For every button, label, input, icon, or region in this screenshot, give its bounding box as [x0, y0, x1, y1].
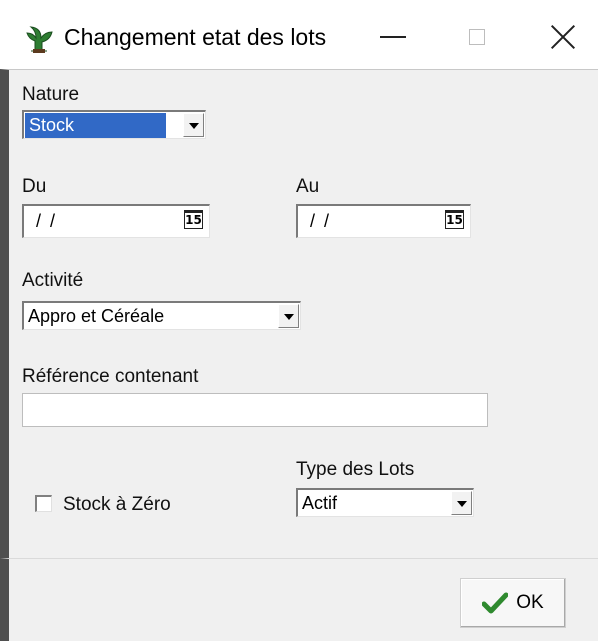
nature-dropdown-button[interactable]: [183, 113, 204, 137]
activite-label: Activité: [22, 270, 84, 291]
du-date-value: / /: [36, 211, 58, 231]
checkmark-icon: [482, 592, 509, 614]
app-plant-icon: [26, 26, 53, 53]
chevron-down-icon: [189, 123, 199, 129]
calendar-icon: 15: [184, 210, 203, 229]
du-calendar-button[interactable]: 15: [184, 210, 205, 231]
nature-value: Stock: [25, 113, 167, 138]
window-title: Changement etat des lots: [64, 24, 327, 50]
reference-input[interactable]: [22, 393, 488, 427]
au-label: Au: [296, 176, 320, 197]
calendar-icon: 15: [445, 210, 464, 229]
type-lots-select[interactable]: Actif: [296, 488, 474, 517]
du-date-field[interactable]: / / 15: [22, 204, 210, 238]
title-bar[interactable]: Changement etat des lots: [0, 0, 598, 76]
nature-label: Nature: [22, 84, 80, 105]
type-lots-label: Type des Lots: [296, 459, 415, 480]
du-label: Du: [22, 176, 47, 197]
reference-label: Référence contenant: [22, 366, 199, 387]
stock-zero-checkbox[interactable]: [35, 495, 52, 512]
au-calendar-button[interactable]: 15: [445, 210, 466, 231]
maximize-icon: [469, 29, 485, 45]
nature-select[interactable]: Stock: [22, 110, 206, 139]
ok-label: OK: [516, 592, 544, 613]
type-lots-value: Actif: [302, 493, 338, 513]
chevron-down-icon: [457, 501, 467, 507]
minimize-button[interactable]: [363, 10, 423, 64]
type-lots-dropdown-button[interactable]: [451, 491, 472, 515]
au-date-field[interactable]: / / 15: [296, 204, 471, 238]
activite-dropdown-button[interactable]: [278, 304, 299, 328]
stock-zero-label[interactable]: Stock à Zéro: [63, 494, 171, 516]
close-icon: [551, 25, 575, 49]
chevron-down-icon: [284, 314, 294, 320]
activite-value: Appro et Céréale: [28, 306, 165, 326]
activite-select[interactable]: Appro et Céréale: [22, 301, 301, 330]
close-button[interactable]: [533, 10, 593, 64]
maximize-button[interactable]: [447, 10, 507, 64]
minimize-icon: [380, 36, 406, 38]
au-date-value: / /: [310, 211, 332, 231]
ok-button[interactable]: OK: [460, 578, 566, 628]
